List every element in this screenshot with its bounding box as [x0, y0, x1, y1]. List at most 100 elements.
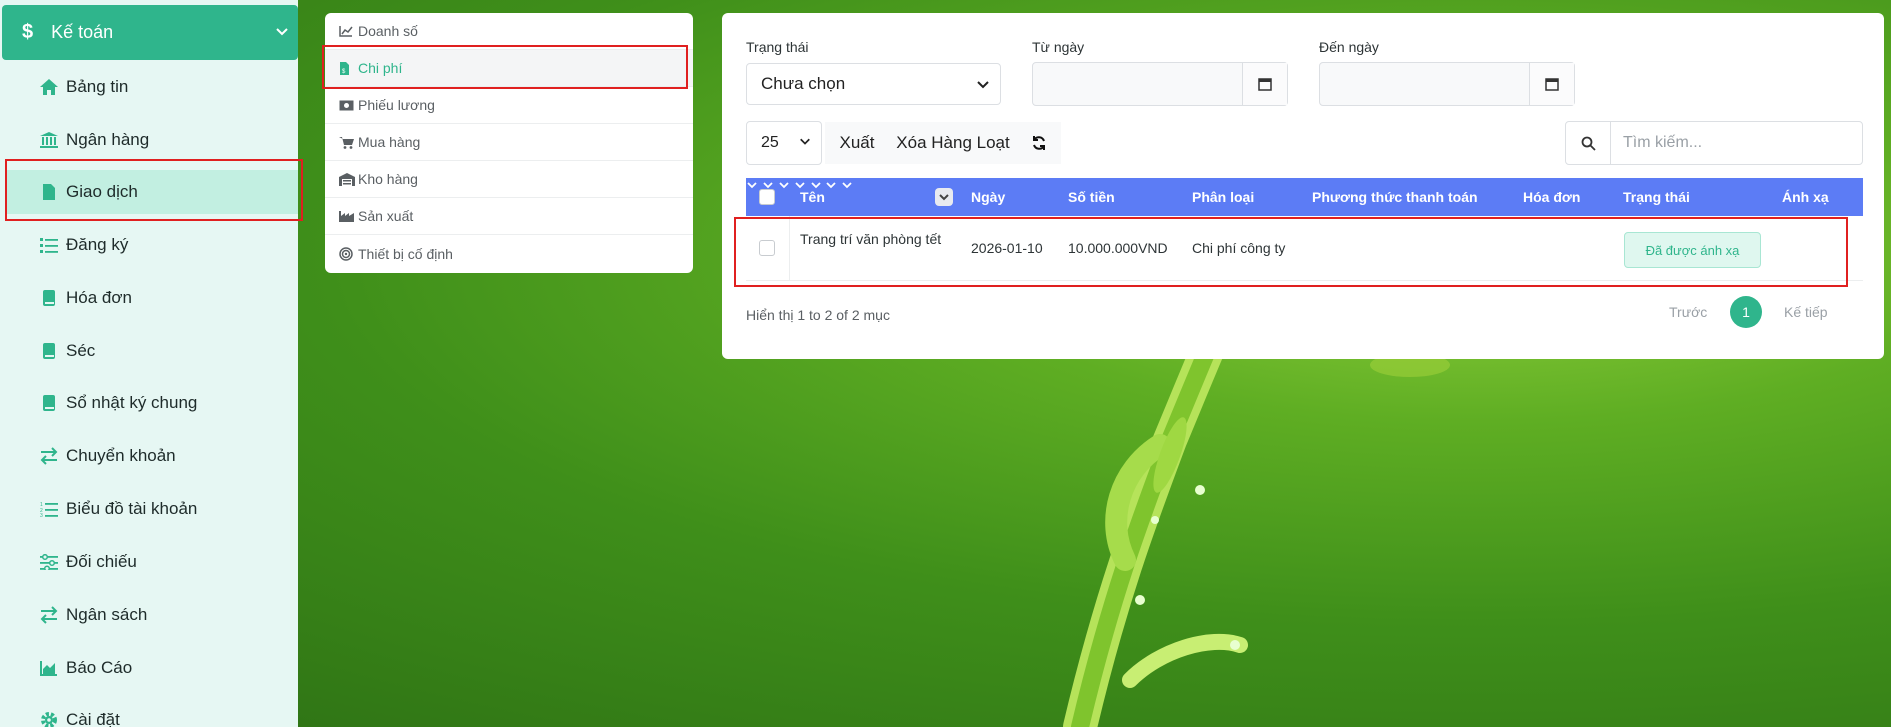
- sidebar-item-settings[interactable]: Cài đặt: [6, 698, 298, 727]
- to-date-label: Đến ngày: [1319, 39, 1379, 55]
- chevron-down-icon: [779, 182, 789, 189]
- export-button-label: Xuất: [839, 133, 875, 152]
- bulk-delete-label: Xóa Hàng Loạt: [896, 133, 1010, 152]
- chevron-down-icon: [826, 182, 837, 189]
- chevron-down-icon: [747, 182, 757, 189]
- select-all-checkbox[interactable]: [759, 178, 775, 216]
- calendar-button[interactable]: [1529, 63, 1574, 105]
- list-ordered-icon: 123: [38, 499, 60, 519]
- chevron-down-icon: [276, 28, 288, 36]
- highlight-box: [322, 45, 688, 89]
- sidebar-item-dashboard[interactable]: Bảng tin: [6, 65, 298, 109]
- bullseye-icon: [339, 246, 355, 261]
- page-size-value: 25: [761, 134, 779, 151]
- sidebar-item-journal[interactable]: Sổ nhật ký chung: [6, 381, 298, 425]
- bank-icon: [38, 130, 60, 150]
- search-icon: [1581, 136, 1596, 151]
- sidebar-item-label: Ngân hàng: [66, 130, 150, 149]
- from-date-label: Từ ngày: [1032, 39, 1085, 55]
- search-button[interactable]: [1565, 121, 1611, 165]
- sidebar-item-label: Biểu đồ tài khoản: [66, 499, 198, 518]
- submenu-item-payroll[interactable]: Phiếu lương: [325, 87, 693, 124]
- area-chart-icon: [38, 658, 60, 678]
- sidebar-item-transfer[interactable]: Chuyển khoản: [6, 434, 298, 478]
- pagination-page[interactable]: 1: [1730, 296, 1762, 328]
- submenu-item-label: Mua hàng: [358, 134, 421, 150]
- sidebar-item-label: Bảng tin: [66, 77, 129, 96]
- calendar-icon: [1545, 78, 1559, 91]
- column-header-payment-method[interactable]: Phương thức thanh toán: [1312, 178, 1478, 216]
- chevron-down-icon: [977, 81, 989, 89]
- pagination-info: Hiển thị 1 to 2 of 2 mục: [746, 307, 890, 323]
- column-header-name[interactable]: Tên: [800, 178, 825, 216]
- submenu-item-fixed-assets[interactable]: Thiết bị cố định: [325, 235, 693, 272]
- status-select[interactable]: Chưa chọn: [746, 63, 1001, 105]
- sidebar-item-label: Ngân sách: [66, 605, 148, 624]
- calendar-button[interactable]: [1242, 63, 1287, 105]
- export-button[interactable]: Xuất: [825, 122, 889, 164]
- submenu-item-label: Thiết bị cố định: [358, 245, 453, 262]
- highlight-box: [5, 159, 303, 221]
- pagination-prev[interactable]: Trước: [1669, 304, 1707, 320]
- sidebar-item-label: Đối chiếu: [66, 552, 137, 571]
- home-icon: [38, 77, 60, 97]
- book-icon: [38, 288, 60, 308]
- pagination-next[interactable]: Kế tiếp: [1784, 304, 1828, 320]
- from-date-input[interactable]: [1032, 62, 1288, 106]
- column-header-category[interactable]: Phân loại: [1192, 178, 1254, 216]
- submenu-item-label: Phiếu lương: [358, 97, 435, 113]
- column-header-mapping[interactable]: Ánh xạ: [1782, 178, 1829, 216]
- sidebar-item-register[interactable]: Đăng ký: [6, 223, 298, 267]
- chevron-down-icon: [800, 138, 810, 145]
- sidebar: $ Kế toán Bảng tin Ngân hàng Giao dịch Đ…: [0, 0, 298, 727]
- status-filter-label: Trạng thái: [746, 39, 809, 55]
- svg-text:3: 3: [40, 513, 43, 517]
- sidebar-item-label: Sổ nhật ký chung: [66, 393, 198, 412]
- submenu-item-production[interactable]: Sản xuất: [325, 198, 693, 235]
- sidebar-item-label: Cài đặt: [66, 710, 120, 727]
- sliders-icon: [38, 552, 60, 572]
- submenu-item-purchases[interactable]: Mua hàng: [325, 124, 693, 161]
- submenu-item-label: Sản xuất: [358, 208, 414, 224]
- refresh-button[interactable]: [1017, 122, 1061, 164]
- table-header: Tên Ngày Số tiền Phân loại Phương thức t…: [746, 178, 1863, 216]
- submenu-item-inventory[interactable]: Kho hàng: [325, 161, 693, 198]
- column-header-status[interactable]: Trạng thái: [1623, 178, 1690, 216]
- sidebar-item-reconciliation[interactable]: Đối chiếu: [6, 540, 298, 584]
- sidebar-item-budget[interactable]: Ngân sách: [6, 593, 298, 637]
- book-icon: [38, 341, 60, 361]
- submenu-item-label: Kho hàng: [358, 171, 418, 187]
- sidebar-item-label: Hóa đơn: [66, 288, 132, 307]
- sidebar-item-label: Séc: [66, 341, 96, 360]
- calendar-icon: [1258, 78, 1272, 91]
- warehouse-icon: [339, 172, 355, 186]
- list-icon: [38, 235, 60, 255]
- sidebar-item-invoices[interactable]: Hóa đơn: [6, 276, 298, 320]
- highlight-box: [734, 217, 1848, 287]
- sort-toggle-icon[interactable]: [935, 188, 953, 206]
- chart-line-icon: [339, 24, 355, 38]
- column-header-invoice[interactable]: Hóa đơn: [1523, 178, 1580, 216]
- search-input[interactable]: [1610, 121, 1863, 165]
- dollar-icon: $: [22, 21, 34, 43]
- industry-icon: [339, 209, 355, 223]
- sidebar-item-bank[interactable]: Ngân hàng: [6, 118, 298, 162]
- sidebar-item-label: Báo Cáo: [66, 658, 133, 677]
- transactions-panel: Trạng thái Chưa chọn Từ ngày Đến ngày 25…: [722, 13, 1884, 359]
- exchange-icon: [38, 605, 60, 625]
- bulk-delete-button[interactable]: Xóa Hàng Loạt: [889, 122, 1017, 164]
- cart-icon: [339, 135, 355, 149]
- column-header-amount[interactable]: Số tiền: [1068, 178, 1115, 216]
- book-icon: [38, 393, 60, 413]
- sidebar-item-cheques[interactable]: Séc: [6, 329, 298, 373]
- column-header-date[interactable]: Ngày: [971, 178, 1005, 216]
- sidebar-item-reports[interactable]: Báo Cáo: [6, 646, 298, 690]
- sidebar-item-label: Chuyển khoản: [66, 446, 176, 465]
- chevron-down-icon: [842, 182, 852, 189]
- sidebar-header-accounting[interactable]: $ Kế toán: [2, 5, 298, 60]
- sidebar-item-label: Đăng ký: [66, 235, 129, 254]
- page-size-select[interactable]: 25: [746, 121, 822, 165]
- gear-icon: [38, 710, 60, 727]
- to-date-input[interactable]: [1319, 62, 1575, 106]
- sidebar-item-chart-of-accounts[interactable]: 123 Biểu đồ tài khoản: [6, 487, 298, 531]
